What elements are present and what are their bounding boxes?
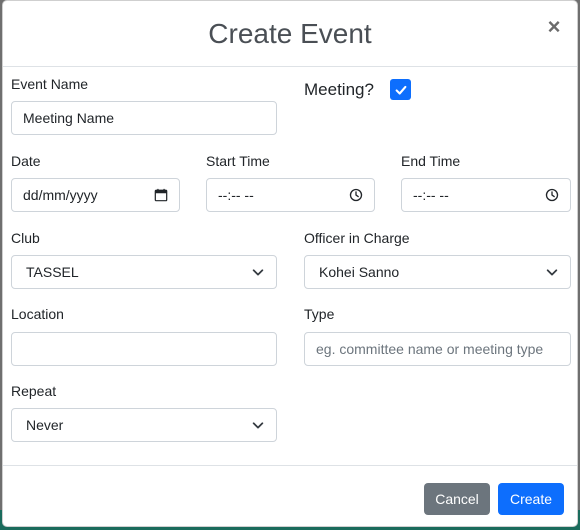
create-button[interactable]: Create: [498, 483, 564, 515]
chevron-down-icon: [252, 422, 264, 429]
event-name-value: Meeting Name: [23, 110, 115, 126]
type-input[interactable]: eg. committee name or meeting type: [304, 332, 571, 366]
repeat-select[interactable]: Never: [11, 408, 277, 442]
date-label: Date: [11, 153, 41, 169]
date-input[interactable]: dd/mm/yyyy: [11, 178, 180, 212]
close-icon[interactable]: ×: [545, 16, 563, 38]
event-name-label: Event Name: [11, 76, 89, 92]
meeting-label: Meeting?: [304, 80, 374, 99]
clock-icon[interactable]: [349, 188, 363, 202]
calendar-icon[interactable]: [154, 188, 168, 202]
modal-header: Create Event ×: [3, 1, 577, 67]
location-input[interactable]: [11, 332, 277, 366]
modal-title: Create Event: [208, 18, 372, 49]
officer-value: Kohei Sanno: [319, 264, 400, 280]
club-select[interactable]: TASSEL: [11, 255, 277, 289]
chevron-down-icon: [546, 269, 558, 276]
start-time-label: Start Time: [206, 153, 270, 169]
club-label: Club: [11, 230, 40, 246]
officer-select[interactable]: Kohei Sanno: [304, 255, 571, 289]
start-time-input[interactable]: --:-- --: [206, 178, 375, 212]
type-placeholder: eg. committee name or meeting type: [316, 341, 544, 357]
event-name-input[interactable]: Meeting Name: [11, 101, 277, 135]
modal-footer: Cancel Create: [3, 465, 577, 526]
end-time-input[interactable]: --:-- --: [401, 178, 571, 212]
repeat-value: Never: [26, 417, 64, 433]
create-event-modal: Create Event × Event Name Meeting Name M…: [2, 0, 578, 527]
cancel-button[interactable]: Cancel: [424, 483, 490, 515]
date-value: dd/mm/yyyy: [23, 187, 98, 203]
end-time-label: End Time: [401, 153, 461, 169]
repeat-label: Repeat: [11, 383, 57, 399]
officer-label: Officer in Charge: [304, 230, 410, 246]
club-value: TASSEL: [26, 264, 79, 280]
end-time-value: --:-- --: [413, 187, 449, 203]
chevron-down-icon: [252, 269, 264, 276]
clock-icon[interactable]: [545, 188, 559, 202]
type-label: Type: [304, 306, 335, 322]
checkmark-icon: [395, 85, 406, 95]
location-label: Location: [11, 306, 64, 322]
meeting-checkbox[interactable]: [390, 79, 411, 100]
start-time-value: --:-- --: [218, 187, 254, 203]
